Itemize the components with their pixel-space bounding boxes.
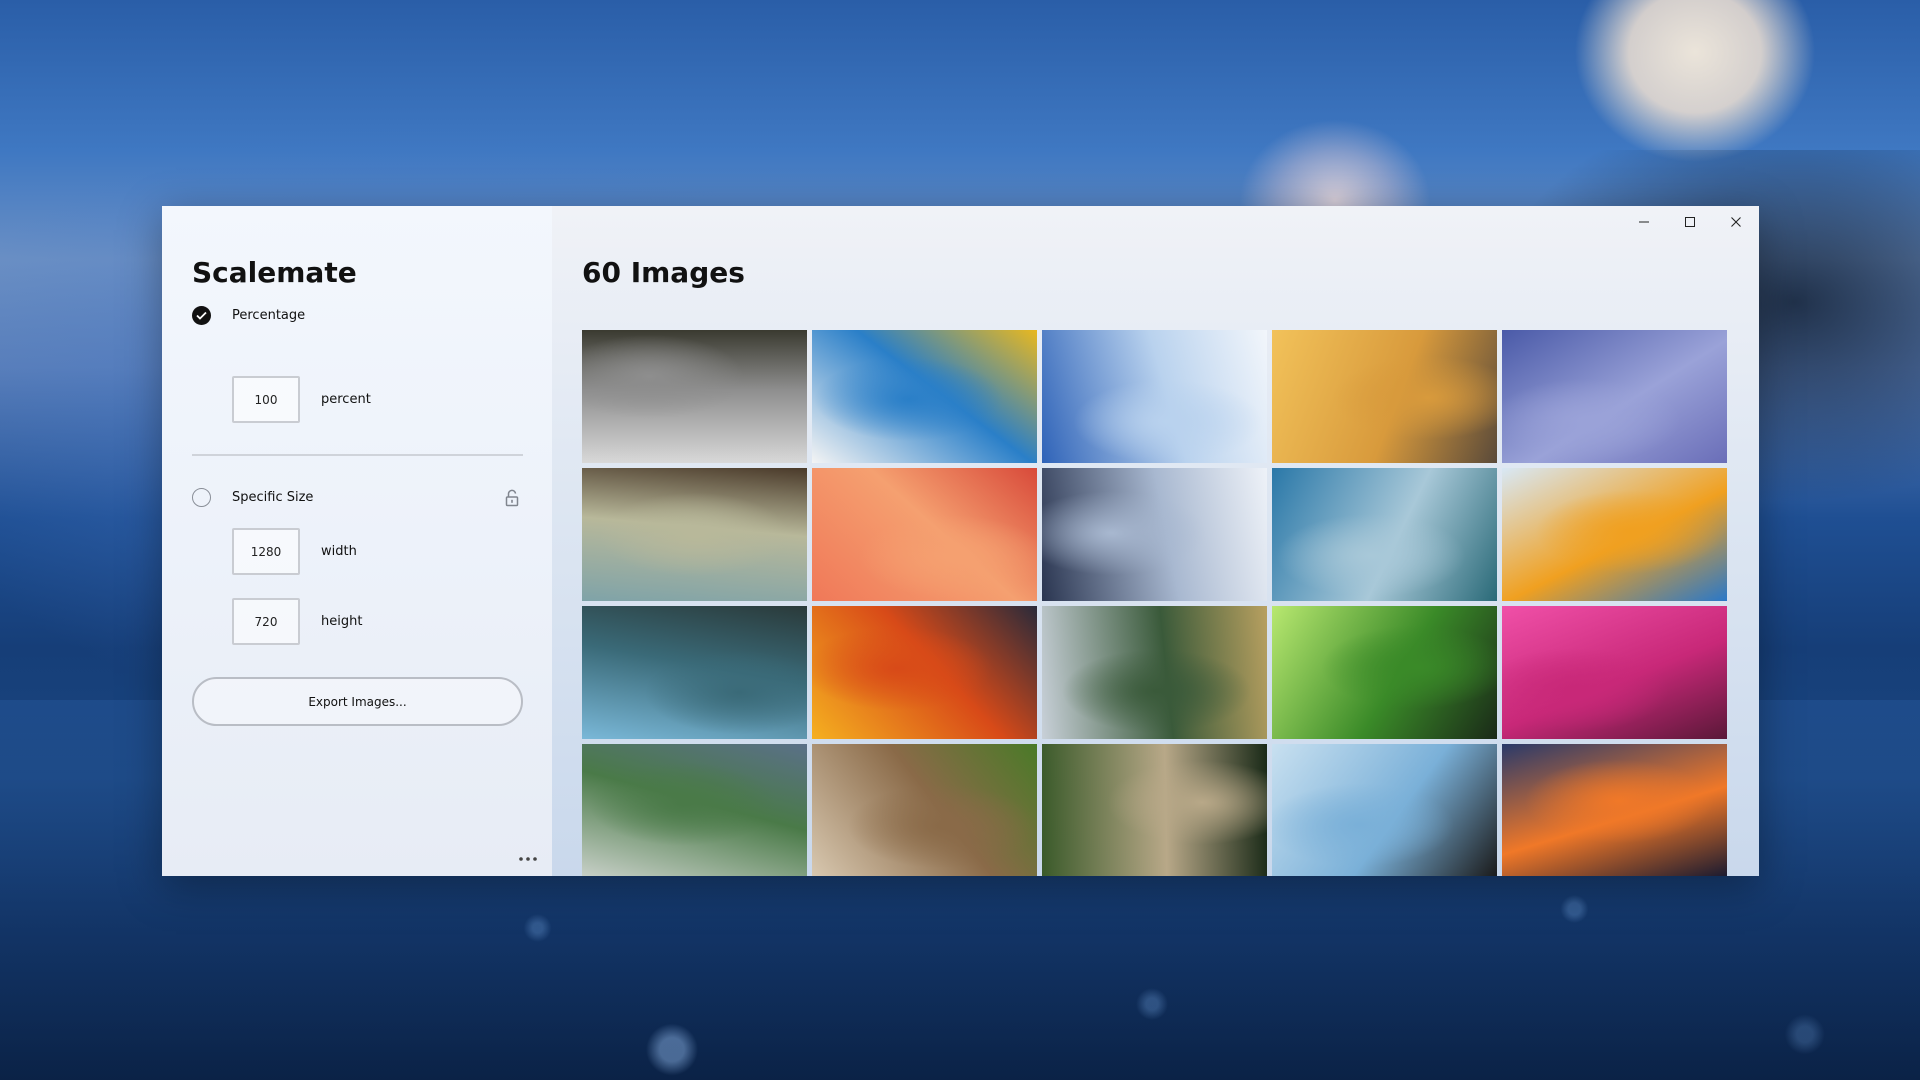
image-thumbnail-skydivers-clouds[interactable] <box>1042 468 1267 601</box>
images-panel: 60 Images <box>552 206 1759 876</box>
image-thumbnail-orange-flowers[interactable] <box>812 468 1037 601</box>
image-thumbnail-circuit-board[interactable] <box>1042 744 1267 876</box>
section-divider <box>192 454 523 456</box>
image-thumbnail-sky-over-lake[interactable] <box>1272 468 1497 601</box>
image-thumbnail-hot-air-balloons[interactable] <box>1272 330 1497 463</box>
minimize-button[interactable] <box>1621 206 1667 238</box>
image-thumbnail-sunset-sea[interactable] <box>1502 744 1727 876</box>
image-thumbnail-sea-cliffs[interactable] <box>582 744 807 876</box>
maximize-button[interactable] <box>1667 206 1713 238</box>
width-input[interactable] <box>232 528 300 575</box>
image-thumbnail-forest-canopy[interactable] <box>1272 606 1497 739</box>
unlocked-padlock-icon[interactable] <box>504 489 520 507</box>
app-title: Scalemate <box>192 256 357 289</box>
image-grid <box>582 330 1727 876</box>
maximize-icon <box>1685 217 1695 227</box>
image-thumbnail-misty-mountains[interactable] <box>582 330 807 463</box>
image-thumbnail-umbrellas[interactable] <box>1502 468 1727 601</box>
percentage-option[interactable]: Percentage <box>192 306 305 325</box>
image-thumbnail-pink-dahlias[interactable] <box>1502 606 1727 739</box>
specific-size-radio[interactable] <box>192 488 211 507</box>
height-field-row: height <box>232 598 362 645</box>
app-window: Scalemate Percentage percent Specific Si… <box>162 206 1759 876</box>
specific-size-option[interactable]: Specific Size <box>192 488 313 507</box>
image-thumbnail-colorful-hangers[interactable] <box>812 330 1037 463</box>
minimize-icon <box>1639 221 1649 223</box>
more-dots-icon[interactable] <box>516 854 540 864</box>
image-thumbnail-pier-at-dusk[interactable] <box>1502 330 1727 463</box>
width-unit-label: width <box>321 544 357 559</box>
image-thumbnail-fjord-cliff[interactable] <box>582 606 807 739</box>
percentage-field-row: percent <box>232 376 371 423</box>
checkmark-icon <box>196 311 207 320</box>
percentage-unit-label: percent <box>321 392 371 407</box>
images-count-title: 60 Images <box>582 256 745 289</box>
export-images-button[interactable]: Export Images... <box>192 677 523 726</box>
specific-size-label: Specific Size <box>232 490 314 505</box>
close-button[interactable] <box>1713 206 1759 238</box>
image-thumbnail-carnival-ride-lights[interactable] <box>812 606 1037 739</box>
percentage-label: Percentage <box>232 308 306 323</box>
image-thumbnail-heron-bird[interactable] <box>812 744 1037 876</box>
image-thumbnail-balloon-silhouette[interactable] <box>1272 744 1497 876</box>
height-input[interactable] <box>232 598 300 645</box>
percentage-input[interactable] <box>232 376 300 423</box>
settings-sidebar: Scalemate Percentage percent Specific Si… <box>162 206 552 876</box>
percentage-radio[interactable] <box>192 306 211 325</box>
height-unit-label: height <box>321 614 363 629</box>
close-icon <box>1731 217 1741 227</box>
image-thumbnail-snow-hikers[interactable] <box>1042 330 1267 463</box>
image-thumbnail-valley-meadow[interactable] <box>1042 606 1267 739</box>
width-field-row: width <box>232 528 357 575</box>
image-thumbnail-volcano-landscape[interactable] <box>582 468 807 601</box>
